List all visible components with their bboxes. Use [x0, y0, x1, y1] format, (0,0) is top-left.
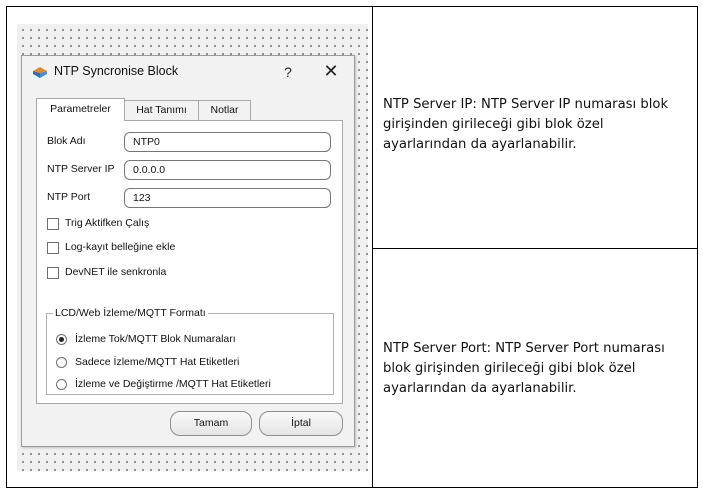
- log-checkbox-label: Log-kayıt belleğine ekle: [65, 241, 176, 253]
- dialog-titlebar: NTP Syncronise Block ? ✕: [22, 56, 354, 88]
- radio-edit-line-labels[interactable]: [56, 379, 67, 390]
- radio-line-labels[interactable]: [56, 357, 67, 368]
- dialog-title: NTP Syncronise Block: [54, 64, 179, 78]
- trig-checkbox-label: Trig Aktifken Çalış: [65, 217, 150, 229]
- devnet-checkbox-label: DevNET ile senkronla: [65, 266, 167, 278]
- server-ip-input[interactable]: [124, 160, 331, 180]
- tab-hat-tanimi[interactable]: Hat Tanımı: [124, 100, 199, 120]
- ntp-settings-dialog: NTP Syncronise Block ? ✕ Parametreler Ha…: [21, 55, 355, 447]
- port-input[interactable]: [124, 188, 331, 208]
- radio-line-labels-label: Sadece İzleme/MQTT Hat Etiketleri: [75, 356, 240, 368]
- display-format-group: LCD/Web İzleme/MQTT Formatı İzleme Tok/M…: [46, 307, 334, 395]
- description-cell-server-port: NTP Server Port: NTP Server Port numaras…: [373, 249, 697, 487]
- radio-block-numbers-label: İzleme Tok/MQTT Blok Numaraları: [75, 333, 236, 345]
- tab-parametreler[interactable]: Parametreler: [36, 98, 125, 121]
- close-button[interactable]: ✕: [320, 60, 342, 82]
- port-label: NTP Port: [47, 191, 90, 203]
- block-name-label: Blok Adı: [47, 135, 86, 147]
- ok-button[interactable]: Tamam: [170, 411, 252, 436]
- devnet-checkbox[interactable]: [47, 267, 59, 279]
- server-ip-label: NTP Server IP: [47, 163, 115, 175]
- parameters-panel: Blok Adı NTP Server IP NTP Port Trig Akt…: [36, 120, 343, 404]
- tab-notlar[interactable]: Notlar: [198, 100, 251, 120]
- block-name-input[interactable]: [124, 132, 331, 152]
- trig-checkbox[interactable]: [47, 218, 59, 230]
- server-port-description: NTP Server Port: NTP Server Port numaras…: [383, 341, 665, 396]
- radio-edit-line-labels-label: İzleme ve Değiştirme /MQTT Hat Etiketler…: [75, 378, 271, 390]
- block-app-icon: [33, 67, 47, 78]
- description-cell-server-ip: NTP Server IP: NTP Server IP numarası bl…: [373, 7, 697, 249]
- radio-block-numbers[interactable]: [56, 334, 67, 345]
- help-button[interactable]: ?: [278, 62, 298, 82]
- server-ip-description: NTP Server IP: NTP Server IP numarası bl…: [383, 97, 669, 152]
- cancel-button[interactable]: İptal: [259, 411, 343, 436]
- log-checkbox[interactable]: [47, 242, 59, 254]
- display-format-group-title: LCD/Web İzleme/MQTT Formatı: [53, 307, 208, 319]
